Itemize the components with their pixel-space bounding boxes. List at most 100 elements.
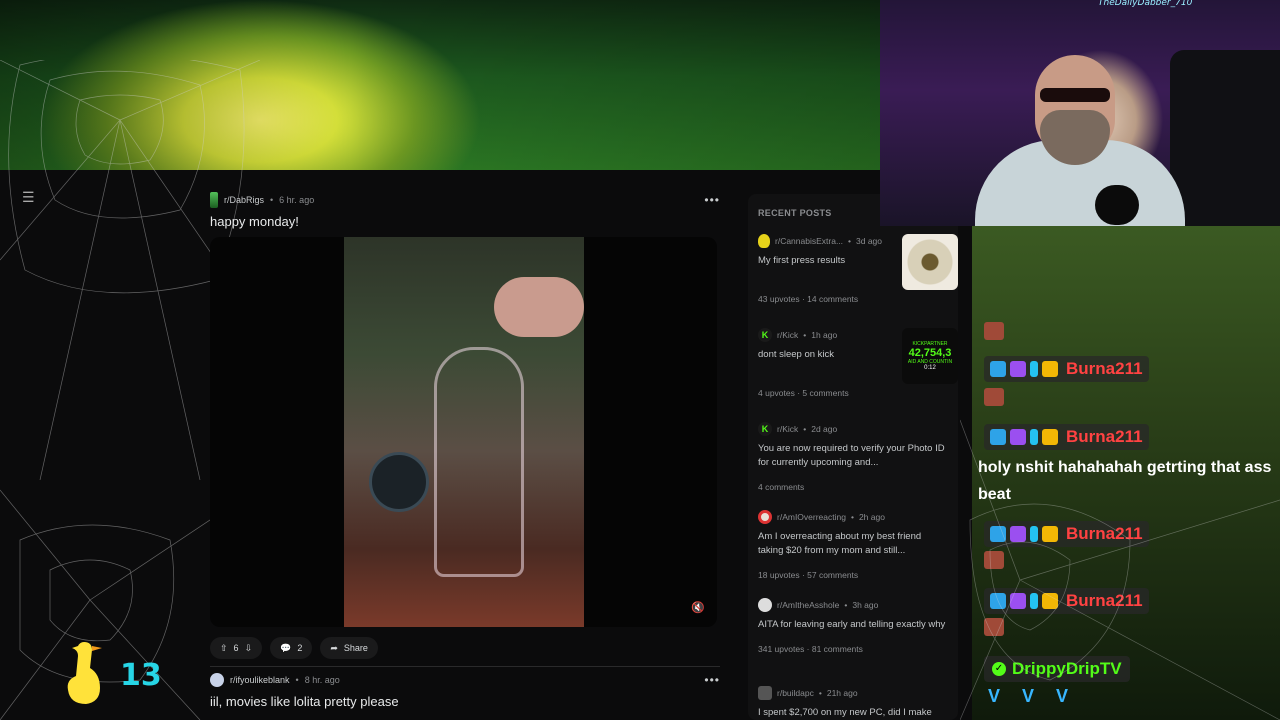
subreddit-avatar bbox=[210, 673, 224, 687]
badge-icon bbox=[1030, 526, 1038, 542]
post-card[interactable]: r/DabRigs • 6 hr. ago ••• happy monday! … bbox=[210, 192, 720, 659]
badge-icon bbox=[990, 593, 1006, 609]
chat-username[interactable]: Burna211 bbox=[1066, 524, 1143, 544]
recent-post[interactable]: r/buildapc • 21h ago I spent $2,700 on my … bbox=[758, 686, 958, 720]
chat-emote bbox=[984, 322, 1004, 340]
feed-divider bbox=[210, 666, 720, 667]
chat-username[interactable]: DrippyDripTV bbox=[1012, 659, 1122, 679]
badge-icon bbox=[1030, 429, 1038, 445]
verified-icon: ✓ bbox=[992, 662, 1006, 676]
chat-message: Burna211 bbox=[984, 521, 1149, 547]
chat-emote bbox=[984, 551, 1004, 569]
thumb-number: 42,754,3 bbox=[908, 347, 952, 359]
thumb-duration: 0:12 bbox=[924, 365, 936, 371]
recent-post-sub: r/AmIOverreacting bbox=[777, 512, 846, 522]
chat-emote bbox=[984, 618, 1004, 636]
recent-post-stats: 4 comments bbox=[758, 482, 805, 492]
stream-chat: Burna211 Burna211 holy nshit hahahahah g… bbox=[972, 226, 1280, 720]
recent-post-sub: r/AmItheAsshole bbox=[777, 600, 840, 610]
share-label: Share bbox=[343, 643, 368, 653]
recent-post[interactable]: r/CannabisExtra... • 3d ago My first press… bbox=[758, 234, 958, 304]
v-emote-icon: V bbox=[988, 686, 1001, 706]
badge-icon bbox=[1030, 593, 1038, 609]
recent-post-title: My first press results bbox=[758, 255, 846, 266]
chat-message: ✓ DrippyDripTV bbox=[984, 656, 1130, 682]
cam-channel-tag: TheDailyDabber_710 bbox=[1098, 0, 1193, 8]
downvote-icon[interactable]: ⇩ bbox=[245, 643, 253, 654]
chat-username[interactable]: Burna211 bbox=[1066, 591, 1143, 611]
post-title[interactable]: iil, movies like lolita pretty please bbox=[210, 694, 720, 709]
subreddit-avatar bbox=[210, 192, 218, 208]
post-time: 6 hr. ago bbox=[279, 195, 315, 205]
recent-post-title: Am I overreacting about my best friend t… bbox=[758, 531, 922, 556]
vote-control[interactable]: ⇧ 6 ⇩ bbox=[210, 637, 263, 659]
recent-posts-panel: RECENT POSTS r/CannabisExtra... • 3d ago M… bbox=[748, 194, 958, 720]
more-options-icon[interactable]: ••• bbox=[704, 673, 720, 687]
recent-post-title: I spent $2,700 on my new PC, did I make bbox=[758, 707, 932, 718]
recent-post-stats: 43 upvotes · 14 comments bbox=[758, 294, 859, 304]
share-icon: ➦ bbox=[330, 642, 338, 653]
recent-post-time: 2d ago bbox=[811, 424, 838, 434]
subreddit-link[interactable]: r/DabRigs bbox=[224, 195, 264, 205]
chat-message: Burna211 bbox=[984, 588, 1149, 614]
badge-icon bbox=[1010, 361, 1026, 377]
recent-post-title: You are now required to verify your Phot… bbox=[758, 443, 945, 468]
vote-count: 6 bbox=[233, 643, 239, 653]
badge-icon bbox=[990, 361, 1006, 377]
crown-icon bbox=[1042, 593, 1058, 609]
subreddit-avatar bbox=[758, 686, 772, 700]
kick-icon: K bbox=[758, 328, 772, 342]
subreddit-avatar bbox=[758, 598, 772, 612]
recent-post-time: 2h ago bbox=[858, 512, 885, 522]
post-card[interactable]: r/ifyoulikeblank • 8 hr. ago ••• iil, mo… bbox=[210, 672, 720, 709]
post-thumbnail: KICKPARTNER 42,754,3 AID AND COUNTIN 0:1… bbox=[902, 328, 958, 384]
chat-message: Burna211 bbox=[984, 356, 1149, 382]
recent-post[interactable]: Kr/Kick • 2d ago You are now required to v… bbox=[758, 422, 958, 492]
chat-emote bbox=[984, 388, 1004, 406]
v-emote-icon: V bbox=[1056, 686, 1069, 706]
recent-post-time: 21h ago bbox=[826, 688, 858, 698]
halloween-banner bbox=[0, 0, 880, 170]
recent-post[interactable]: r/AmItheAsshole • 3h ago AITA for leaving … bbox=[758, 598, 958, 654]
post-video[interactable]: 🔇 bbox=[210, 237, 717, 627]
badge-icon bbox=[1030, 361, 1038, 377]
comment-icon: 💬 bbox=[280, 642, 292, 653]
chat-username[interactable]: Burna211 bbox=[1066, 427, 1143, 447]
stream-frame: ☰ r/DabRigs • 6 hr. ago ••• happy monday… bbox=[0, 0, 1280, 720]
chat-message: Burna211 bbox=[984, 424, 1149, 450]
recent-post[interactable]: r/AmIOverreacting • 2h ago Am I overreacti… bbox=[758, 510, 958, 580]
upvote-icon[interactable]: ⇧ bbox=[220, 643, 228, 654]
recent-post-title: AITA for leaving early and telling exact… bbox=[758, 619, 946, 630]
recent-post-sub: r/Kick bbox=[777, 424, 799, 434]
mute-icon[interactable]: 🔇 bbox=[691, 601, 707, 615]
badge-icon bbox=[990, 429, 1006, 445]
video-frame bbox=[344, 237, 584, 627]
chat-text: holy nshit hahahahah getrting that ass b… bbox=[978, 459, 1272, 503]
post-title[interactable]: happy monday! bbox=[210, 214, 720, 229]
goose-counter: 13 bbox=[120, 658, 162, 693]
comments-button[interactable]: 💬 2 bbox=[270, 637, 313, 659]
menu-icon[interactable]: ☰ bbox=[22, 190, 38, 204]
badge-icon bbox=[990, 526, 1006, 542]
badge-icon bbox=[1010, 526, 1026, 542]
post-time: 8 hr. ago bbox=[304, 675, 340, 685]
badge-icon bbox=[1010, 593, 1026, 609]
webcam-feed: TheDailyDabber_710 bbox=[880, 0, 1280, 226]
crown-icon bbox=[1042, 526, 1058, 542]
crown-icon bbox=[1042, 361, 1058, 377]
recent-post[interactable]: Kr/Kick • 1h ago dont sleep on kick 4 upvo… bbox=[758, 328, 958, 398]
chat-username[interactable]: Burna211 bbox=[1066, 359, 1143, 379]
recent-post-sub: r/buildapc bbox=[777, 688, 814, 698]
chat-emotes: V V V bbox=[988, 686, 1068, 707]
subreddit-avatar bbox=[758, 234, 770, 248]
recent-post-title: dont sleep on kick bbox=[758, 349, 835, 360]
recent-post-stats: 341 upvotes · 81 comments bbox=[758, 644, 863, 654]
post-header: r/DabRigs • 6 hr. ago ••• bbox=[210, 192, 720, 208]
comment-count: 2 bbox=[297, 643, 303, 653]
subreddit-link[interactable]: r/ifyoulikeblank bbox=[230, 675, 290, 685]
more-options-icon[interactable]: ••• bbox=[704, 193, 720, 207]
badge-icon bbox=[1010, 429, 1026, 445]
crown-icon bbox=[1042, 429, 1058, 445]
recent-post-sub: r/CannabisExtra... bbox=[775, 236, 844, 246]
share-button[interactable]: ➦ Share bbox=[320, 637, 378, 659]
